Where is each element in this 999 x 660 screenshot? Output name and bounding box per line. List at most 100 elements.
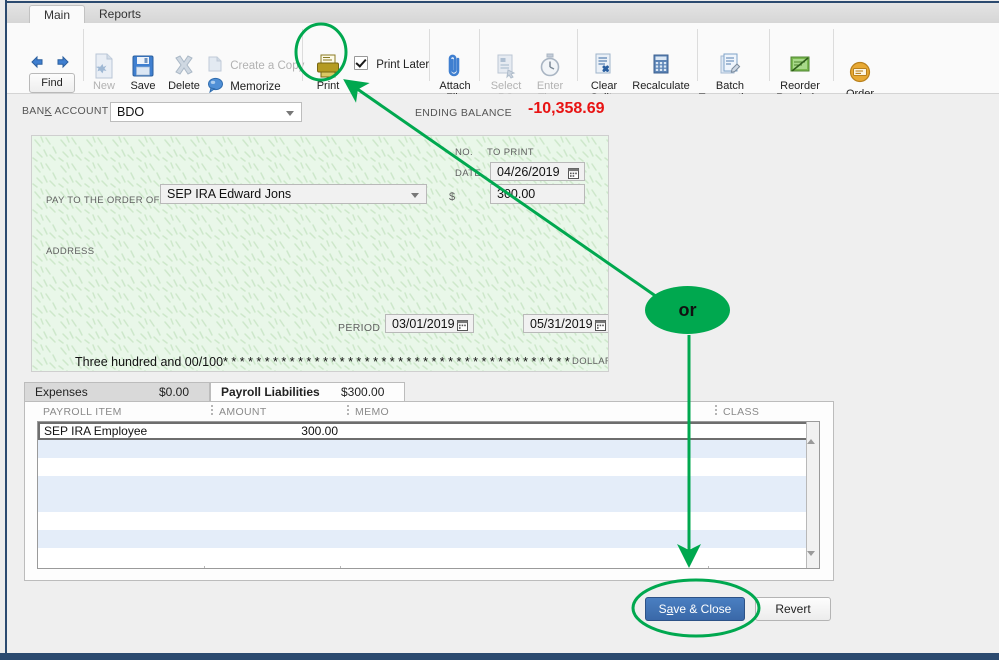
cell-payroll-item: SEP IRA Employee	[44, 424, 147, 438]
window-bottom-border	[0, 653, 999, 660]
save-and-close-button[interactable]: Save & Close	[645, 597, 745, 621]
select-po-icon	[485, 53, 527, 79]
print-later-label: Print Later	[376, 59, 429, 71]
table-row[interactable]	[38, 512, 819, 530]
period-to-field[interactable]: 05/31/2019	[523, 314, 609, 333]
save-label: Save	[125, 80, 161, 92]
print-button[interactable]: Print	[309, 53, 347, 98]
bank-account-value: BDO	[117, 105, 144, 119]
find-label: Find	[41, 77, 62, 89]
amount-value: 300.00	[497, 187, 535, 201]
period-from-value: 03/01/2019	[392, 317, 455, 331]
table-row[interactable]: SEP IRA Employee 300.00	[38, 422, 819, 440]
chevron-down-icon[interactable]	[286, 111, 294, 116]
or-annotation-label: or	[645, 286, 730, 334]
tab-reports[interactable]: Reports	[85, 5, 155, 24]
calendar-icon[interactable]	[457, 318, 468, 330]
grid-header-row: PAYROLL ITEM AMOUNT MEMO CLASS	[25, 402, 833, 421]
recalculate-label: Recalculate	[629, 80, 693, 92]
ending-balance-value: -10,358.69	[528, 100, 605, 118]
order-checks-icon	[835, 61, 885, 87]
memorize-bubble-icon	[207, 77, 224, 93]
nav-buttons	[29, 53, 75, 71]
grid-body: SEP IRA Employee 300.00	[37, 421, 820, 569]
tab-expenses[interactable]: Expenses $0.00	[24, 382, 210, 402]
table-row[interactable]	[38, 548, 819, 566]
tab-reports-label: Reports	[99, 7, 141, 21]
grid-vertical-scrollbar[interactable]	[806, 422, 819, 568]
scroll-up-arrow-icon[interactable]	[807, 422, 819, 434]
calendar-icon[interactable]	[595, 318, 606, 330]
batch-transactions-icon	[695, 53, 765, 79]
revert-label: Revert	[775, 602, 810, 616]
print-later-checkbox[interactable]: Print Later	[354, 56, 429, 71]
back-arrow-icon[interactable]	[29, 55, 45, 69]
period-from-field[interactable]: 03/01/2019	[385, 314, 474, 333]
amount-in-words: Three hundred and 00/100* * * * * * * * …	[75, 355, 572, 369]
payee-value: SEP IRA Edward Jons	[167, 187, 291, 201]
line-items-grid: PAYROLL ITEM AMOUNT MEMO CLASS SEP IRA E…	[24, 401, 834, 581]
ribbon-tabstrip: Main Reports	[7, 3, 999, 24]
memorize-button[interactable]: Memorize	[207, 77, 281, 95]
detail-tabs: Expenses $0.00 Payroll Liabilities $300.…	[24, 382, 834, 402]
calculator-icon	[629, 53, 693, 79]
tab-payroll-liabilities[interactable]: Payroll Liabilities $300.00	[210, 382, 405, 402]
memorize-label: Memorize	[230, 81, 280, 93]
column-header-payroll-item: PAYROLL ITEM	[43, 406, 122, 418]
column-header-memo: MEMO	[355, 406, 389, 418]
revert-button[interactable]: Revert	[755, 597, 831, 621]
delete-button[interactable]: Delete	[165, 53, 203, 98]
table-row[interactable]	[38, 458, 819, 476]
print-label: Print	[309, 80, 347, 92]
bank-account-label: BANK ACCOUNT	[22, 105, 108, 117]
new-button[interactable]: New	[87, 53, 121, 92]
column-header-amount: AMOUNT	[219, 406, 267, 418]
tab-main[interactable]: Main	[29, 5, 85, 24]
bank-account-dropdown[interactable]: BDO	[110, 102, 302, 122]
print-later-checkmark-icon	[354, 56, 368, 70]
tab-payroll-liabilities-label: Payroll Liabilities	[221, 385, 320, 399]
address-label: ADDRESS	[46, 246, 94, 257]
tab-expenses-label: Expenses	[35, 385, 88, 399]
delete-x-icon	[165, 53, 203, 79]
reorder-reminder-icon	[771, 53, 829, 79]
check-date-label: DATE	[455, 168, 481, 179]
chevron-down-icon[interactable]	[411, 193, 419, 198]
period-label: PERIOD	[338, 322, 380, 334]
ending-balance-label: ENDING BALANCE	[415, 107, 512, 119]
pay-to-the-order-of-label: PAY TO THE ORDER OF	[46, 195, 160, 206]
delete-label: Delete	[165, 80, 203, 92]
payee-dropdown[interactable]: SEP IRA Edward Jons	[160, 184, 427, 204]
quickbooks-write-check-window: Main Reports Find	[0, 0, 999, 660]
table-row[interactable]	[38, 530, 819, 548]
currency-symbol: $	[449, 191, 455, 203]
clear-splits-icon	[583, 53, 625, 79]
table-row[interactable]	[38, 440, 819, 458]
table-row[interactable]	[38, 476, 819, 494]
check-no-value: TO PRINT	[487, 147, 534, 158]
check-date-field[interactable]: 04/26/2019	[490, 162, 585, 181]
forward-arrow-icon[interactable]	[55, 55, 71, 69]
copy-icon	[207, 56, 224, 72]
scroll-down-arrow-icon[interactable]	[807, 556, 819, 568]
save-button[interactable]: Save	[125, 53, 161, 92]
save-floppy-icon	[125, 53, 161, 79]
tab-main-label: Main	[44, 8, 70, 22]
period-to-value: 05/31/2019	[530, 317, 593, 331]
column-header-class: CLASS	[723, 406, 759, 418]
window-left-border	[0, 0, 7, 654]
table-row[interactable]	[38, 494, 819, 512]
check-date-value: 04/26/2019	[497, 165, 560, 179]
ribbon-toolbar: Find New	[7, 23, 999, 94]
create-a-copy-button[interactable]: Create a Copy	[207, 56, 304, 74]
cell-amount: 300.00	[210, 424, 338, 438]
find-button[interactable]: Find	[29, 73, 75, 93]
recalculate-button[interactable]: Recalculate	[629, 53, 693, 92]
new-label: New	[87, 80, 121, 92]
calendar-icon[interactable]	[568, 166, 579, 178]
check-no-label: NO.	[455, 147, 473, 158]
printer-icon	[309, 53, 347, 79]
tab-expenses-amount: $0.00	[159, 385, 189, 399]
or-annotation-bubble: or	[645, 286, 730, 334]
amount-field[interactable]: 300.00	[490, 184, 585, 204]
